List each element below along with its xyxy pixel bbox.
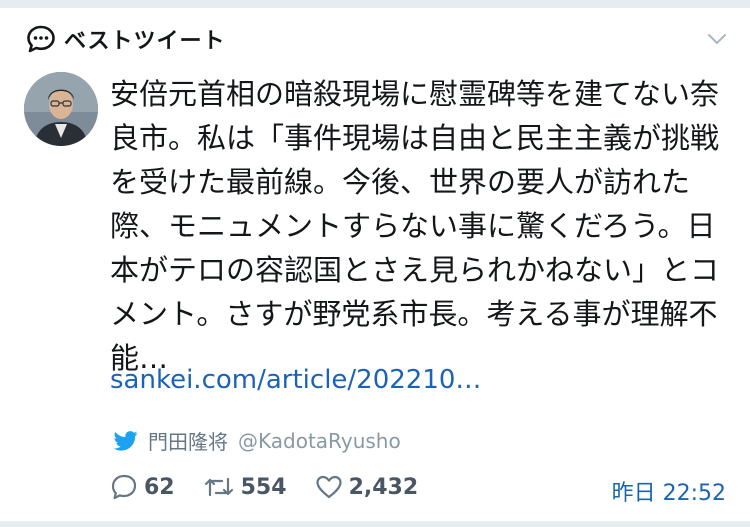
bottom-divider — [0, 521, 750, 527]
like-button[interactable]: 2,432 — [315, 473, 419, 501]
tweet-actions: 62 554 2,432 — [110, 473, 446, 501]
chevron-down-icon[interactable] — [706, 28, 728, 50]
speech-bubble-icon — [27, 25, 55, 53]
header-title: ベストツイート — [64, 29, 226, 54]
retweet-icon — [204, 477, 233, 497]
section-header: ベストツイート — [26, 22, 225, 56]
author-handle: @KadotaRyusho — [238, 428, 401, 453]
author-name: 門田隆将 — [148, 430, 228, 454]
retweet-button[interactable]: 554 — [203, 473, 287, 501]
author-line[interactable]: 門田隆将 @KadotaRyusho — [114, 426, 401, 455]
avatar-portrait-icon — [24, 72, 98, 146]
reply-count: 62 — [144, 474, 175, 500]
twitter-bird-icon — [114, 430, 138, 451]
retweet-count: 554 — [240, 474, 287, 500]
reply-icon — [111, 474, 137, 500]
reply-button[interactable]: 62 — [110, 473, 175, 501]
tweet-body: 安倍元首相の暗殺現場に慰霊碑等を建てない奈良市。私は「事件現場は自由と民主主義が… — [110, 77, 720, 375]
like-icon — [315, 475, 342, 499]
avatar[interactable] — [24, 72, 98, 146]
top-divider — [0, 0, 750, 8]
tweet-link[interactable]: sankei.com/article/202210… — [110, 365, 481, 395]
tweet-timestamp[interactable]: 昨日 22:52 — [612, 475, 726, 507]
like-count: 2,432 — [348, 474, 419, 500]
